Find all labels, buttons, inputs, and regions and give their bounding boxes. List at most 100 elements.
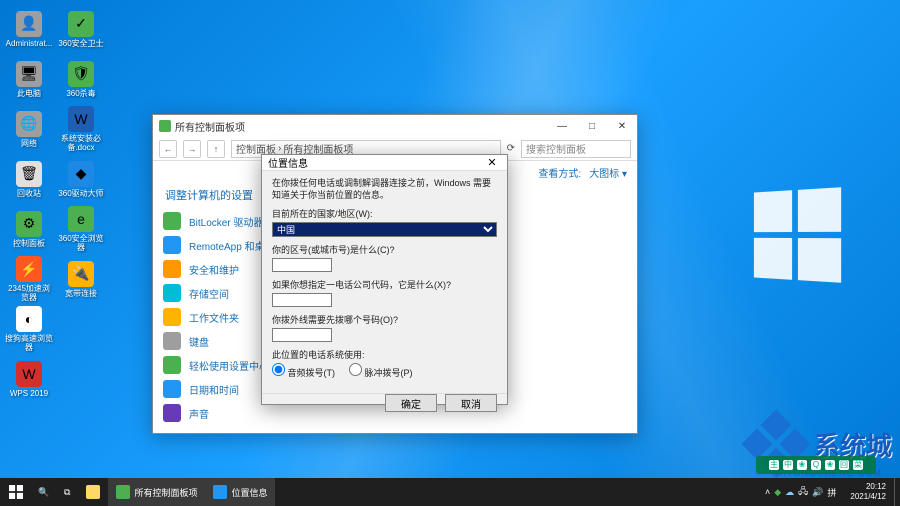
windows-icon: [9, 485, 23, 499]
ime-badge-glyph: 主: [769, 460, 779, 470]
app-icon: ⚡: [16, 256, 42, 282]
desktop-icon-label: 宽带连接: [65, 289, 97, 298]
nav-up-button[interactable]: ↑: [207, 140, 225, 158]
desktop-icon[interactable]: 🌐网络: [4, 104, 54, 152]
item-label: 日期和时间: [189, 382, 239, 397]
desktop-icon[interactable]: ◐ 搜狗高速浏览器: [4, 304, 54, 352]
country-select[interactable]: 中国: [272, 222, 497, 237]
desktop-icon-label: 360安全卫士: [58, 39, 103, 48]
taskbar-item-label: 位置信息: [231, 486, 267, 499]
desktop-icon-label: 回收站: [17, 189, 41, 198]
item-icon: [163, 212, 181, 230]
file-explorer-taskbar-icon[interactable]: [78, 478, 108, 506]
app-icon: ◐: [16, 306, 42, 332]
taskbar-clock[interactable]: 20:12 2021/4/12: [842, 482, 894, 502]
desktop-icon[interactable]: 🔌宽带连接: [56, 254, 106, 302]
phone-system-label: 此位置的电话系统使用:: [272, 348, 497, 361]
window-titlebar[interactable]: 所有控制面板项 — □ ✕: [153, 115, 637, 137]
item-label: 键盘: [189, 334, 209, 349]
desktop-icon[interactable]: ◆360驱动大师: [56, 154, 106, 202]
item-label: 安全和维护: [189, 262, 239, 277]
tone-radio[interactable]: [272, 363, 285, 376]
search-input[interactable]: 搜索控制面板: [521, 140, 631, 158]
desktop-icon-label: 360杀毒: [66, 89, 95, 98]
taskbar-item-location-dialog[interactable]: 位置信息: [205, 478, 275, 506]
window-app-icon: [159, 120, 171, 132]
tray-ime-icon[interactable]: 拼: [827, 486, 836, 499]
desktop-icon-label: 搜狗高速浏览器: [5, 334, 53, 352]
item-label: 工作文件夹: [189, 310, 239, 325]
ime-badge-glyph: ❀: [825, 460, 835, 470]
carrier-code-label: 如果你想指定一电话公司代码，它是什么(X)?: [272, 278, 497, 291]
area-code-input[interactable]: [272, 258, 332, 272]
system-tray[interactable]: ˄ ◆ ☁ 🖧 🔊 拼: [759, 484, 842, 500]
close-button[interactable]: ✕: [607, 115, 637, 137]
app-icon: 🌐: [16, 111, 42, 137]
ime-badge-glyph: 回: [839, 460, 849, 470]
desktop-icon-label: 控制面板: [13, 239, 45, 248]
dialog-title: 位置信息: [268, 155, 308, 170]
desktop-icon[interactable]: e360安全浏览器: [56, 204, 106, 252]
tray-up-icon[interactable]: ˄: [765, 487, 770, 497]
item-icon: [163, 332, 181, 350]
breadcrumb-sep: ›: [278, 143, 281, 154]
desktop-icon[interactable]: ⚡ 2345加速浏览器: [4, 254, 54, 302]
window-title: 所有控制面板项: [175, 119, 245, 134]
app-icon: ◆: [68, 161, 94, 187]
app-icon: ⚙: [16, 211, 42, 237]
outside-line-input[interactable]: [272, 328, 332, 342]
location-info-dialog: 位置信息 ✕ 在你拨任何电话或调制解调器连接之前，Windows 需要知道关于你…: [261, 154, 508, 405]
taskbar-search-button[interactable]: 🔍: [32, 478, 56, 506]
cancel-button[interactable]: 取消: [445, 394, 497, 412]
ime-badge-glyph: ❀: [797, 460, 807, 470]
ime-badge: 主中❀Q❀回菜: [756, 456, 876, 474]
ime-badge-glyph: 菜: [853, 460, 863, 470]
outside-line-label: 你拨外线需要先拨哪个号码(O)?: [272, 313, 497, 326]
desktop-icon[interactable]: 👤Administrat...: [4, 4, 54, 52]
task-view-button[interactable]: ⧉: [56, 478, 78, 506]
minimize-button[interactable]: —: [547, 115, 577, 137]
dialog-intro-text: 在你拨任何电话或调制解调器连接之前，Windows 需要知道关于你当前位置的信息…: [272, 177, 497, 201]
refresh-icon[interactable]: ⟳: [507, 143, 515, 154]
tone-radio-label[interactable]: 音频拨号(T): [272, 363, 335, 379]
tray-network-icon[interactable]: 🖧: [798, 484, 808, 500]
tray-onedrive-icon[interactable]: ☁: [785, 487, 794, 498]
desktop-icon[interactable]: WWPS 2019: [4, 354, 54, 402]
desktop-icon[interactable]: 🛡 360杀毒: [56, 54, 106, 102]
dialog-icon: [213, 485, 227, 499]
desktop-icon-label: 系统安装必备.docx: [57, 134, 105, 152]
item-icon: [163, 380, 181, 398]
view-mode-dropdown[interactable]: 大图标 ▾: [589, 165, 627, 180]
dialog-titlebar[interactable]: 位置信息 ✕: [262, 155, 507, 171]
desktop-icon[interactable]: W系统安装必备.docx: [56, 104, 106, 152]
desktop-icon-label: Administrat...: [6, 39, 53, 48]
nav-back-button[interactable]: ←: [159, 140, 177, 158]
item-icon: [163, 404, 181, 422]
item-icon: [163, 284, 181, 302]
maximize-button[interactable]: □: [577, 115, 607, 137]
desktop-icon[interactable]: 🗑回收站: [4, 154, 54, 202]
pulse-radio[interactable]: [349, 363, 362, 376]
app-icon: 🖥: [16, 61, 42, 87]
tray-volume-icon[interactable]: 🔊: [812, 487, 823, 498]
desktop-icon[interactable]: ✓ 360安全卫士: [56, 4, 106, 52]
tray-security-icon[interactable]: ◆: [774, 487, 781, 498]
dialog-close-button[interactable]: ✕: [477, 156, 507, 169]
desktop-icon-label: WPS 2019: [10, 389, 48, 398]
app-icon: ✓: [68, 11, 94, 37]
item-label: 声音: [189, 406, 209, 421]
desktop-icon-label: 此电脑: [17, 89, 41, 98]
pulse-radio-label[interactable]: 脉冲拨号(P): [349, 363, 413, 379]
desktop-icon-label: 2345加速浏览器: [5, 284, 53, 302]
taskbar: 🔍 ⧉ 所有控制面板项 位置信息 ˄ ◆ ☁ 🖧 🔊 拼 20:12 2021/…: [0, 478, 900, 506]
carrier-code-input[interactable]: [272, 293, 332, 307]
desktop-icon[interactable]: ⚙ 控制面板: [4, 204, 54, 252]
taskbar-item-control-panel[interactable]: 所有控制面板项: [108, 478, 205, 506]
app-icon: e: [68, 206, 94, 232]
ok-button[interactable]: 确定: [385, 394, 437, 412]
start-button[interactable]: [0, 478, 32, 506]
show-desktop-button[interactable]: [894, 478, 900, 506]
nav-forward-button[interactable]: →: [183, 140, 201, 158]
app-icon: 🛡: [68, 61, 94, 87]
desktop-icon[interactable]: 🖥 此电脑: [4, 54, 54, 102]
